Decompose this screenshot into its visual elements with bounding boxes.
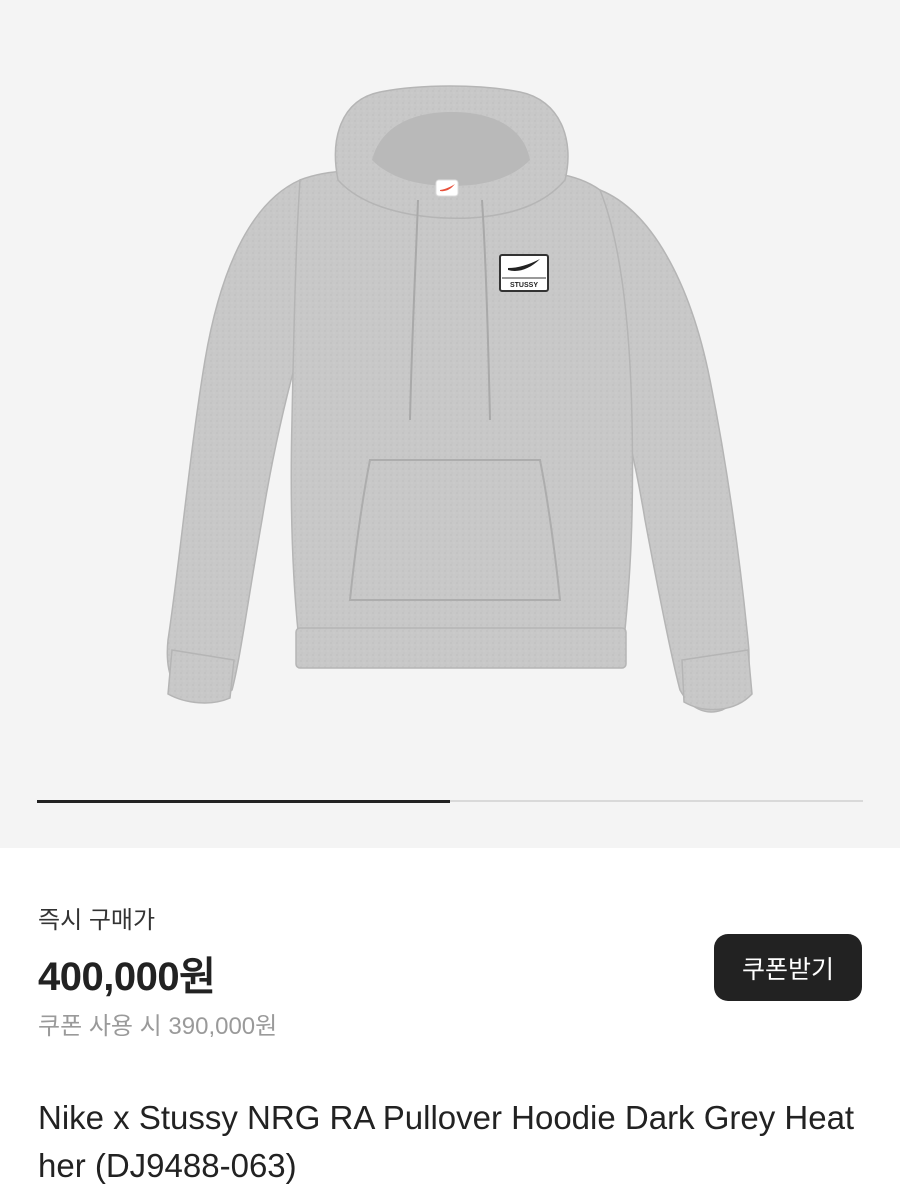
cuff-left bbox=[167, 649, 235, 704]
instant-purchase-label: 즉시 구매가 bbox=[38, 907, 156, 934]
coupon-price: 쿠폰 사용 시 390,000원 bbox=[38, 1013, 278, 1040]
get-coupon-button[interactable]: 쿠폰받기 bbox=[714, 934, 862, 1001]
patch-text: STUSSY bbox=[510, 282, 538, 289]
product-title: Nike x Stussy NRG RA Pullover Hoodie Dar… bbox=[38, 1099, 855, 1184]
waistband bbox=[295, 627, 627, 669]
product-image[interactable]: STUSSY bbox=[0, 0, 900, 780]
neck-label bbox=[435, 179, 459, 197]
hoodie-left-sleeve bbox=[166, 178, 306, 702]
gallery-progress-track bbox=[37, 799, 863, 803]
hoodie-body bbox=[290, 169, 634, 659]
purchase-info: 즉시 구매가 400,000원 쿠폰 사용 시 390,000원 쿠폰받기 Ni… bbox=[0, 848, 900, 1200]
product-gallery[interactable]: STUSSY bbox=[0, 0, 900, 848]
instant-purchase-price: 400,000원 bbox=[38, 955, 216, 999]
gallery-progress-fill bbox=[37, 799, 450, 803]
cuff-right bbox=[681, 649, 753, 711]
